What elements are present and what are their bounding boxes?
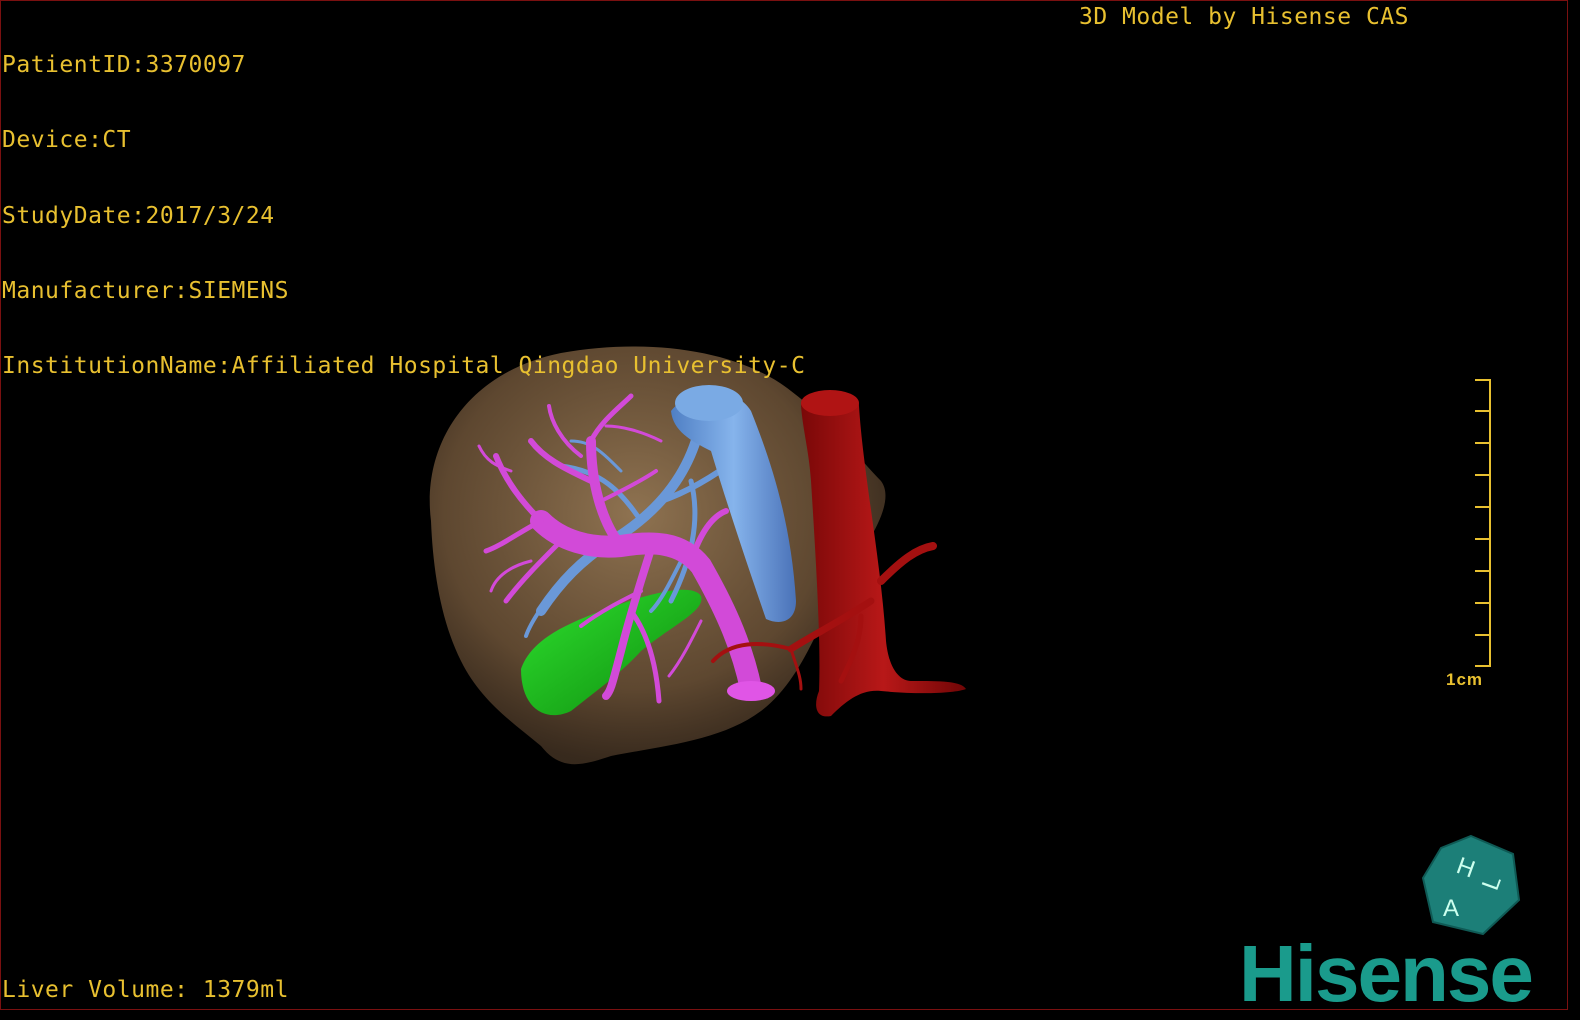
model-credit: 3D Model by Hisense CAS (1079, 4, 1409, 30)
patient-id: PatientID:3370097 (2, 52, 246, 78)
patient-info-overlay: PatientID:3370097 Device:CT StudyDate:20… (2, 3, 805, 429)
hisense-logo: Hisense (1239, 929, 1534, 1010)
cube-label-a: A (1443, 895, 1459, 922)
scale-label: 1cm (1446, 670, 1484, 689)
manufacturer: Manufacturer:SIEMENS (2, 277, 289, 304)
liver-volume: Liver Volume: 1379ml (2, 977, 289, 1003)
institution-name: InstitutionName:Affiliated Hospital Qing… (2, 353, 806, 380)
orientation-cube-icon[interactable]: H A L (1419, 834, 1523, 938)
device: Device:CT (2, 127, 132, 154)
aorta (801, 391, 966, 717)
study-date: StudyDate:2017/3/24 (2, 202, 275, 229)
scale-bar (1475, 379, 1491, 667)
3d-viewport[interactable]: PatientID:3370097 Device:CT StudyDate:20… (0, 0, 1568, 1010)
